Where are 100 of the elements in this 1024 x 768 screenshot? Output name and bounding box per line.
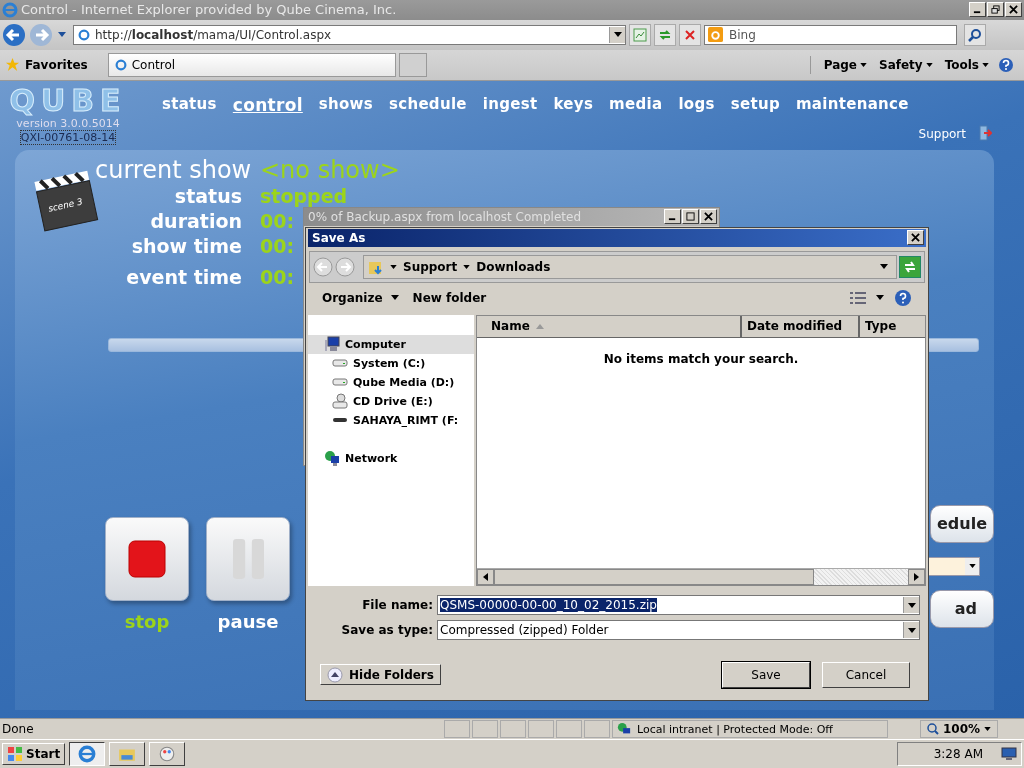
nav-link[interactable]: keys [553,94,594,115]
status-pane [556,720,582,739]
help-icon[interactable] [894,288,912,307]
maximize-button[interactable] [682,209,699,225]
tree-item[interactable]: Network [308,448,474,468]
view-icon[interactable] [850,290,866,305]
nav-link[interactable]: logs [678,94,715,115]
refresh-button[interactable] [654,23,676,46]
file-name-field[interactable]: QSMS-00000-00-00_10_02_2015.zip [437,595,920,616]
tree-item[interactable]: Computer [308,334,474,354]
command-menu[interactable]: Safety [876,55,936,74]
organize-menu[interactable]: Organize [320,288,401,307]
new-folder-button[interactable]: New folder [410,288,489,307]
tree-item[interactable]: Qube Media (D:) [308,372,474,392]
field-label: event time [125,264,243,290]
schedule-button[interactable]: edule [930,504,994,543]
nav-link[interactable]: media [609,94,663,115]
path-segment[interactable]: Downloads [476,259,551,274]
exit-icon[interactable] [978,124,992,141]
tree-item[interactable]: SAHAYA_RIMT (F: [308,410,474,430]
empty-message: No items match your search. [603,351,799,366]
caret-icon [982,62,989,67]
address-field[interactable]: http://localhost/mama/UI/Control.aspx [73,24,626,45]
field-label: show time [130,233,243,259]
taskbar-button[interactable] [69,742,106,767]
zoom-button[interactable]: 100% [920,720,999,739]
tree-item[interactable]: System (C:) [308,353,474,373]
drive-icon [332,417,348,424]
column-header[interactable]: Name [477,315,742,337]
close-button[interactable] [907,230,924,246]
status-text: Done [2,722,35,737]
palette-icon [158,745,177,764]
back-button[interactable] [313,256,333,277]
windows-flag-icon [7,746,23,763]
close-icon [911,233,920,243]
caret-icon[interactable] [968,564,976,569]
back-button[interactable] [2,22,26,47]
save-type-dropdown[interactable]: Compressed (zipped) Folder [437,620,920,641]
caret-icon[interactable] [876,295,884,301]
current-show-value: <no show> [260,155,400,184]
nav-link[interactable]: schedule [389,94,467,115]
caret-icon[interactable] [390,264,397,269]
clock: 3:28 AM [933,747,983,762]
caret-icon[interactable] [613,32,622,38]
favorites-button[interactable]: Favorites [0,57,98,73]
command-menu[interactable]: Page [820,55,870,74]
column-header[interactable]: Date modified [742,315,860,337]
path-bar[interactable]: Support Downloads [363,254,897,279]
field-label: duration [149,208,243,234]
nav-link[interactable]: ingest [482,94,538,115]
column-header[interactable]: Type [860,315,925,337]
caret-icon[interactable] [907,602,916,608]
restore-button[interactable] [987,2,1004,18]
support-link[interactable]: Support [918,126,966,141]
load-button[interactable]: ad [930,589,994,628]
control-label: stop [124,610,170,632]
help-icon[interactable] [998,56,1014,73]
nav-link[interactable]: maintenance [795,94,909,115]
close-icon [704,212,713,222]
hide-folders-button[interactable]: Hide Folders [320,664,441,686]
cancel-button[interactable]: Cancel [822,661,910,688]
status-pane [584,720,610,739]
close-button[interactable] [1005,2,1022,18]
nav-link[interactable]: setup [730,94,780,115]
monitor-icon[interactable] [1001,747,1017,762]
left-arrow-icon[interactable] [483,572,488,581]
browser-tab[interactable]: Control [107,52,396,77]
magnifier-icon [927,723,939,736]
caret-icon [925,62,933,67]
start-button[interactable]: Start [2,743,66,766]
field-value: 00: [260,208,295,234]
status-pane [444,720,470,739]
close-button[interactable] [700,209,717,225]
right-arrow-icon[interactable] [914,572,919,581]
minimize-button[interactable] [969,2,986,18]
chart-page-icon [633,27,647,42]
status-pane [500,720,526,739]
file-name-label: File name: [361,598,434,613]
caret-icon[interactable] [907,627,916,633]
current-show-label: current show [95,155,253,184]
control-button[interactable] [105,516,189,601]
minimize-button[interactable] [664,209,681,225]
search-field[interactable]: Bing [704,24,957,45]
forward-button[interactable] [335,256,355,277]
caret-icon[interactable] [463,264,471,269]
control-button[interactable] [206,516,290,601]
status-pane [528,720,554,739]
horizontal-scrollbar[interactable] [477,567,925,585]
nav-link[interactable]: shows [318,94,373,115]
save-button[interactable]: Save [722,661,810,688]
stop-button[interactable] [679,23,701,46]
refresh-button[interactable] [899,255,921,278]
field-label: status [173,183,243,209]
tree-item[interactable]: CD Drive (E:) [308,391,474,411]
serial-link[interactable]: QXI-00761-08-14 [19,129,117,145]
command-menu[interactable]: Tools [941,55,992,74]
search-button[interactable] [964,23,986,46]
dropdown-field[interactable] [926,556,980,576]
path-segment[interactable]: Support [403,259,458,274]
caret-icon[interactable] [880,264,888,270]
